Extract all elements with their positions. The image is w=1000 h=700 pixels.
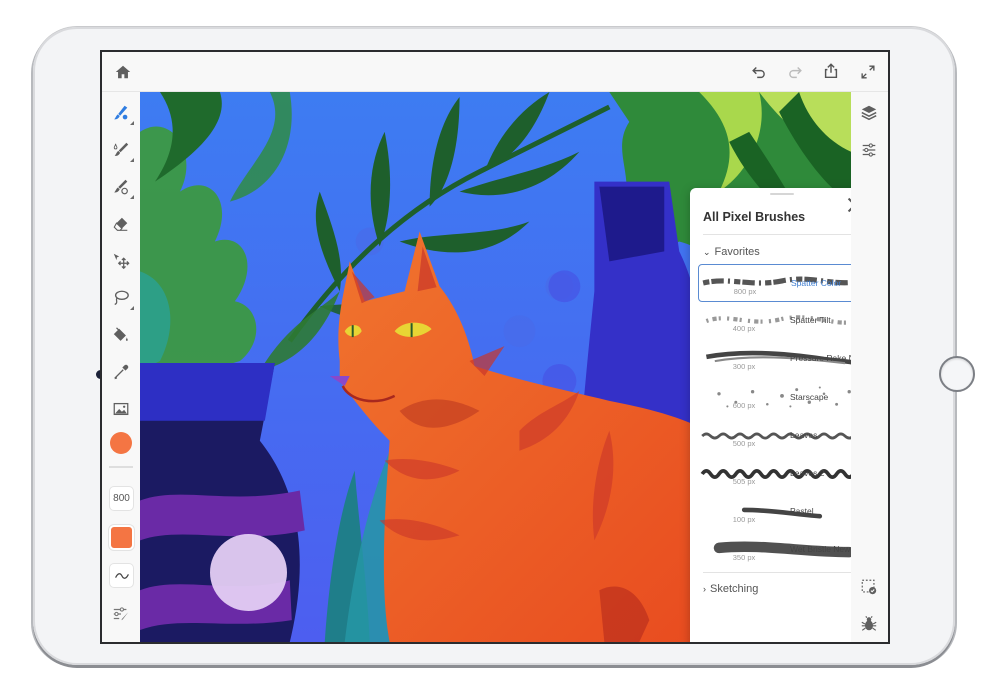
brush-size-button[interactable]: 800 [109, 486, 134, 511]
brush-color-swatch[interactable] [109, 525, 134, 550]
brush-name: Pressure Rake New [790, 353, 851, 364]
color-picker-swatch[interactable] [110, 432, 132, 454]
move-icon [113, 253, 130, 270]
brush-size-label: 350 px [732, 553, 756, 563]
mixer-brush-icon [114, 179, 128, 195]
home-button[interactable] [110, 59, 136, 85]
sliders-icon [862, 143, 876, 157]
tool-eraser[interactable] [108, 211, 134, 237]
paint-bucket-icon [113, 327, 128, 341]
bug-report-button[interactable] [856, 611, 882, 637]
brush-item[interactable]: 500 px Leaves [698, 417, 851, 455]
brush-icon [114, 105, 128, 120]
brush-settings-icon [113, 607, 129, 621]
brush-panel: All Pixel Brushes ⌄ Favorites 800 px Spat… [690, 188, 851, 642]
brush-size-label: 400 px [732, 324, 756, 334]
panel-title: All Pixel Brushes [703, 210, 806, 224]
toolbar-divider [109, 466, 133, 468]
tool-mixer-brush[interactable] [108, 174, 134, 200]
redo-button[interactable] [782, 59, 808, 85]
brush-name: Wet Bristle New [790, 544, 851, 555]
chevron-down-icon: ⌄ [703, 246, 711, 257]
redo-icon [789, 66, 802, 79]
tool-pixel-brush[interactable] [108, 100, 134, 126]
tool-transform[interactable] [108, 248, 134, 274]
eyedropper-icon [114, 364, 129, 380]
image-icon [113, 402, 129, 416]
brush-stroke-preview [701, 432, 851, 440]
tool-lasso[interactable] [108, 285, 134, 311]
brush-size-label: 800 px [733, 287, 757, 296]
brush-size-label: 500 px [732, 438, 756, 448]
brush-item[interactable]: 505 px Leaves 2 [698, 455, 851, 493]
layers-button[interactable] [856, 100, 882, 126]
left-toolbar: 800 [102, 92, 140, 642]
submenu-indicator [130, 158, 134, 162]
brush-name: Starscape [790, 391, 829, 402]
share-icon [824, 63, 838, 79]
brush-item[interactable]: 600 px Starscape [698, 379, 851, 417]
app-window: 800 All Pixel Brushes ⌄ Favorites 800 px… [102, 52, 888, 642]
brush-stroke-preview [700, 468, 851, 480]
share-button[interactable] [818, 58, 844, 84]
section-sketching[interactable]: › Sketching [703, 583, 758, 595]
home-hardware-button[interactable] [939, 356, 975, 392]
submenu-indicator [130, 306, 134, 310]
bug-icon [861, 616, 877, 631]
layers-icon [861, 105, 877, 121]
expand-icon [861, 65, 875, 79]
brush-item[interactable]: 100 px Pastel [698, 493, 851, 531]
touch-cursor [210, 534, 287, 611]
brush-size-label: 300 px [732, 362, 756, 372]
adjustments-button[interactable] [856, 137, 882, 163]
panel-divider [703, 234, 851, 235]
brush-item[interactable]: 300 px Pressure Rake New [698, 340, 851, 378]
tool-eyedropper[interactable] [108, 359, 134, 385]
brush-item[interactable]: 800 px Spatter Color [698, 264, 851, 302]
screen: 800 All Pixel Brushes ⌄ Favorites 800 px… [100, 50, 890, 644]
top-bar [102, 52, 888, 92]
fullscreen-button[interactable] [855, 59, 881, 85]
chevron-right-icon: › [703, 584, 706, 594]
brush-size-label: 600 px [732, 400, 756, 410]
brush-name: Leaves 2 [790, 468, 825, 478]
brush-size-label: 100 px [732, 515, 756, 525]
tool-paint-brush[interactable] [108, 137, 134, 163]
brush-stroke-preview [741, 507, 823, 519]
paintbrush-icon [113, 142, 129, 156]
tool-fill[interactable] [108, 322, 134, 348]
brush-name: Pastel [790, 506, 814, 517]
undo-icon [752, 66, 765, 79]
selection-check-icon [861, 579, 877, 595]
drawing-canvas[interactable]: All Pixel Brushes ⌄ Favorites 800 px Spat… [140, 92, 851, 642]
lasso-icon [114, 290, 129, 305]
brush-name: Spatter Color [791, 278, 842, 288]
submenu-indicator [130, 195, 134, 199]
panel-grabber[interactable] [770, 193, 794, 195]
section-label: Sketching [710, 583, 759, 595]
smoothing-button[interactable] [109, 563, 134, 588]
wave-icon [114, 572, 129, 579]
brush-name: Leaves [790, 429, 818, 440]
brush-settings-button[interactable] [108, 601, 134, 627]
undo-button[interactable] [746, 59, 772, 85]
home-icon [115, 65, 131, 79]
section-label: Favorites [714, 246, 760, 258]
brush-name: Spatter Tilt [790, 315, 831, 326]
right-toolbar [851, 92, 888, 642]
submenu-indicator [130, 121, 134, 125]
brush-size-label: 505 px [732, 477, 756, 486]
panel-divider [703, 572, 851, 573]
eraser-icon [113, 217, 128, 231]
section-favorites[interactable]: ⌄ Favorites [703, 246, 760, 258]
brush-item[interactable]: 400 px Spatter Tilt [698, 302, 851, 340]
brush-item[interactable]: 350 px Wet Bristle New [698, 531, 851, 569]
selection-button[interactable] [856, 574, 882, 600]
tool-place-image[interactable] [108, 396, 134, 422]
